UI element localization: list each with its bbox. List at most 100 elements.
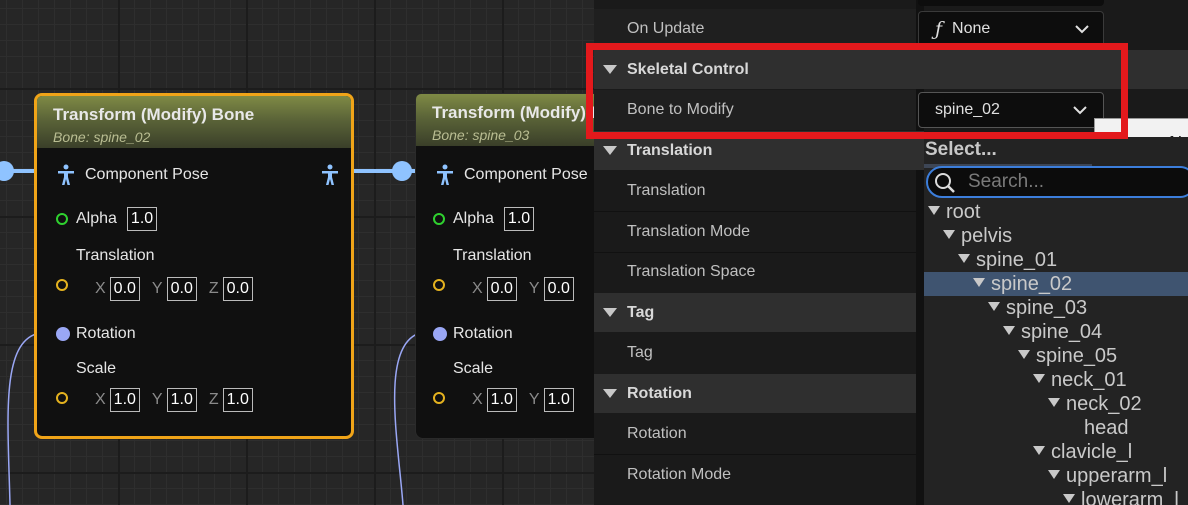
bone-label: spine_02 xyxy=(991,273,1073,295)
bone-item-spine-03[interactable]: spine_03 xyxy=(988,296,1087,320)
bone-item-upperarm-l[interactable]: upperarm_l xyxy=(1048,464,1167,488)
expand-arrow-icon[interactable] xyxy=(958,254,970,264)
expand-arrow-icon[interactable] xyxy=(1003,326,1015,336)
alpha-label: Alpha xyxy=(76,210,117,227)
rotation-pin-icon[interactable] xyxy=(56,327,70,341)
translation-x-field[interactable]: 0.0 xyxy=(109,277,140,301)
rotation-label: Rotation xyxy=(76,325,136,342)
expand-arrow-icon[interactable] xyxy=(928,206,940,216)
translation-xyz-fields: X 0.0 Y 0.0 Z 0.0 xyxy=(95,277,265,301)
rotation-pin[interactable]: Rotation xyxy=(56,325,136,343)
alpha-value-field[interactable]: 1.0 xyxy=(503,207,535,231)
bone-label: spine_03 xyxy=(1006,297,1088,319)
pose-wire-middle-knot xyxy=(392,161,412,181)
bone-search-box[interactable]: Search... xyxy=(926,166,1188,198)
category-tag[interactable]: Tag xyxy=(594,293,916,332)
category-label: Translation xyxy=(627,142,713,159)
translation-label: Translation xyxy=(627,182,706,199)
expand-arrow-icon[interactable] xyxy=(988,302,1000,312)
tag-label: Tag xyxy=(627,344,653,361)
scale-z-field[interactable]: 1.0 xyxy=(222,388,253,412)
person-pose-icon xyxy=(322,164,338,185)
bone-item-root[interactable]: root xyxy=(928,200,980,224)
translation-xyz-fields: X 0.0 Y 0.0 xyxy=(472,277,586,301)
component-pose-output-pin[interactable] xyxy=(321,164,339,191)
axis-x-label: X xyxy=(95,391,106,408)
rotation-mode-row: Rotation Mode xyxy=(594,455,916,495)
node-title: Transform (Modify) Bone xyxy=(432,103,594,122)
alpha-label: Alpha xyxy=(453,210,494,227)
axis-z-label: Z xyxy=(208,280,219,297)
on-update-label: On Update xyxy=(627,20,705,37)
bone-picker-dropdown: Select... Search... root pelvis spine_01… xyxy=(924,137,1188,505)
on-update-dropdown[interactable]: ƒ None xyxy=(918,11,1104,47)
expand-arrow-icon[interactable] xyxy=(973,278,985,288)
category-label: Tag xyxy=(627,304,655,321)
translation-z-field[interactable]: 0.0 xyxy=(222,277,253,301)
collapse-arrow-icon[interactable] xyxy=(603,146,617,155)
bone-item-neck-02[interactable]: neck_02 xyxy=(1048,392,1142,416)
expand-arrow-icon[interactable] xyxy=(1048,470,1060,480)
expand-arrow-icon[interactable] xyxy=(1018,350,1030,360)
bone-item-spine-04[interactable]: spine_04 xyxy=(1003,320,1102,344)
node-header[interactable]: Transform (Modify) Bone Bone: spine_03 xyxy=(416,94,594,146)
bone-label: spine_01 xyxy=(976,249,1058,271)
translation-pin-icon[interactable] xyxy=(56,279,68,291)
translation-y-field[interactable]: 0.0 xyxy=(166,277,197,301)
scale-x-field[interactable]: 1.0 xyxy=(486,388,517,412)
translation-y-field[interactable]: 0.0 xyxy=(543,277,574,301)
bone-search-input[interactable]: Search... xyxy=(968,171,1044,193)
category-rotation[interactable]: Rotation xyxy=(594,374,916,413)
rotation-label: Rotation xyxy=(453,325,513,342)
component-pose-input-pin[interactable]: Component Pose xyxy=(57,164,209,186)
translation-mode-label: Translation Mode xyxy=(627,223,751,240)
collapse-arrow-icon[interactable] xyxy=(603,308,617,317)
alpha-pin[interactable]: Alpha 1.0 xyxy=(433,207,535,231)
node-title: Transform (Modify) Bone xyxy=(53,105,255,124)
axis-x-label: X xyxy=(472,280,483,297)
alpha-value-field[interactable]: 1.0 xyxy=(126,207,158,231)
node-subtitle: Bone: spine_02 xyxy=(53,129,151,145)
expand-arrow-icon[interactable] xyxy=(943,230,955,240)
transform-modify-bone-node-2[interactable]: Transform (Modify) Bone Bone: spine_03 C… xyxy=(415,93,594,439)
bone-item-neck-01[interactable]: neck_01 xyxy=(1033,368,1127,392)
bone-label: head xyxy=(1084,417,1129,439)
translation-x-field[interactable]: 0.0 xyxy=(486,277,517,301)
scale-x-field[interactable]: 1.0 xyxy=(109,388,140,412)
bone-item-spine-01[interactable]: spine_01 xyxy=(958,248,1057,272)
component-pose-input-pin[interactable]: Component Pose xyxy=(436,164,588,186)
bone-item-spine-02[interactable]: spine_02 xyxy=(973,272,1072,296)
bone-item-clavicle-l[interactable]: clavicle_l xyxy=(1033,440,1132,464)
rotation-pin-icon[interactable] xyxy=(433,327,447,341)
scale-y-field[interactable]: 1.0 xyxy=(166,388,197,412)
scale-pin-icon[interactable] xyxy=(56,392,68,404)
expand-arrow-icon[interactable] xyxy=(1033,374,1045,384)
axis-y-label: Y xyxy=(151,391,163,408)
bone-label: lowerarm_l xyxy=(1081,489,1179,505)
bone-item-head[interactable]: head xyxy=(1084,416,1129,440)
scale-pin-icon[interactable] xyxy=(433,392,445,404)
expand-arrow-icon[interactable] xyxy=(1048,398,1060,408)
alpha-pin[interactable]: Alpha 1.0 xyxy=(56,207,158,231)
expand-arrow-icon[interactable] xyxy=(1033,446,1045,456)
top-right-dropdown-edge[interactable] xyxy=(918,0,1104,6)
bone-item-spine-05[interactable]: spine_05 xyxy=(1018,344,1117,368)
on-update-value: None xyxy=(952,20,991,37)
rotation-pin[interactable]: Rotation xyxy=(433,325,513,343)
scale-y-field[interactable]: 1.0 xyxy=(543,388,574,412)
alpha-pin-icon[interactable] xyxy=(56,213,68,225)
node-header[interactable]: Transform (Modify) Bone Bone: spine_02 xyxy=(37,96,351,148)
transform-modify-bone-node-1[interactable]: Transform (Modify) Bone Bone: spine_02 C… xyxy=(34,93,354,439)
component-pose-label: Component Pose xyxy=(85,166,209,183)
expand-arrow-icon[interactable] xyxy=(1063,494,1075,504)
translation-pin-icon[interactable] xyxy=(433,279,445,291)
anim-graph-canvas[interactable]: Transform (Modify) Bone Bone: spine_02 C… xyxy=(0,0,594,505)
bone-item-lowerarm-l[interactable]: lowerarm_l xyxy=(1063,488,1179,505)
bone-item-pelvis[interactable]: pelvis xyxy=(943,224,1012,248)
rotation-mode-label: Rotation Mode xyxy=(627,466,732,483)
bone-label: neck_02 xyxy=(1066,393,1142,415)
scale-xyz-fields: X 1.0 Y 1.0 xyxy=(472,388,586,412)
collapse-arrow-icon[interactable] xyxy=(603,389,617,398)
bone-label: clavicle_l xyxy=(1051,441,1133,463)
alpha-pin-icon[interactable] xyxy=(433,213,445,225)
